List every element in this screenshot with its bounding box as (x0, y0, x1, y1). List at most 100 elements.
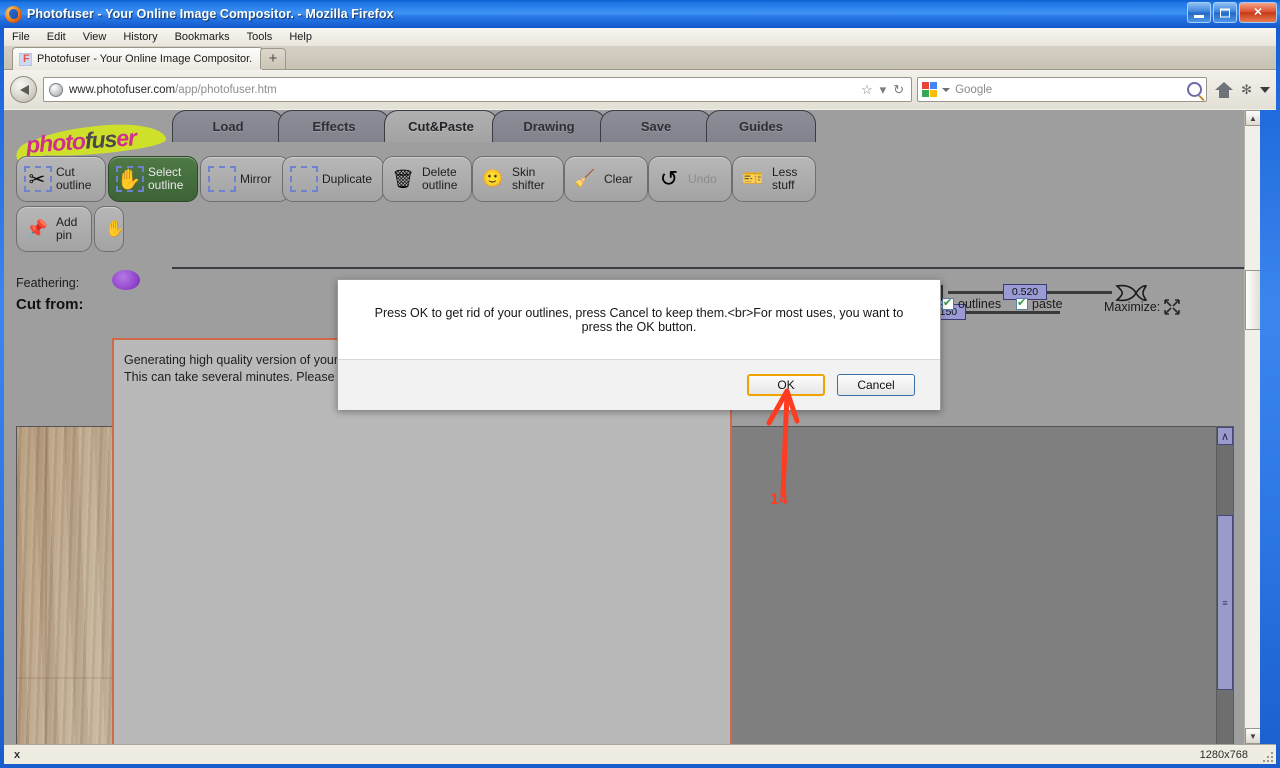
menu-file[interactable]: File (12, 31, 30, 43)
scissors-icon: ✂ (20, 162, 54, 196)
feathering-label: Feathering: (16, 276, 80, 290)
firefox-window: Photofuser - Your Online Image Composito… (0, 0, 1280, 768)
tab-guides[interactable]: Guides (706, 110, 816, 142)
checkbox-outlines[interactable]: outlines (942, 296, 1002, 311)
screen-root: Photofuser - Your Online Image Composito… (0, 0, 1280, 768)
tab-effects[interactable]: Effects (278, 110, 390, 142)
page-scroll-up-icon[interactable]: ▲ (1245, 110, 1260, 126)
reload-icon[interactable]: ↻ (893, 83, 904, 96)
tool-clear[interactable]: 🧹 Clear (564, 156, 648, 202)
expand-arrows-icon[interactable] (1164, 299, 1181, 315)
chevron-down-icon[interactable]: ▾ (880, 83, 887, 96)
status-close-icon[interactable]: x (14, 749, 20, 761)
menu-view[interactable]: View (83, 31, 107, 43)
status-bar: x 1280x768 (4, 744, 1276, 764)
tool-row2-extra[interactable]: ✋ (94, 206, 125, 252)
tool-select-outline[interactable]: ✋ Select outline (108, 156, 198, 202)
page-scroll-down-icon[interactable]: ▼ (1245, 728, 1260, 744)
browser-tab-photofuser[interactable]: Photofuser - Your Online Image Composito… (12, 47, 264, 70)
menu-tools[interactable]: Tools (247, 31, 273, 43)
confirm-dialog: Press OK to get rid of your outlines, pr… (337, 279, 941, 410)
browser-tab-label: Photofuser - Your Online Image Composito… (37, 53, 253, 65)
dialog-footer: OK Cancel (338, 359, 940, 410)
close-button[interactable]: ✕ (1239, 2, 1277, 23)
tool-delete-outline[interactable]: 🗑 Delete outline (382, 156, 472, 202)
dialog-message: Press OK to get rid of your outlines, pr… (374, 305, 904, 334)
tool-add-pin[interactable]: 📌 Add pin (16, 206, 92, 252)
home-icon[interactable] (1215, 81, 1234, 98)
scroll-up-arrow-icon[interactable]: ∧ (1217, 427, 1233, 445)
window-title: Photofuser - Your Online Image Composito… (27, 7, 394, 21)
dialog-ok-button[interactable]: OK (747, 374, 825, 396)
undo-arrow-icon: ↺ (659, 166, 679, 191)
tool-duplicate[interactable]: Duplicate (282, 156, 384, 202)
menu-bookmarks[interactable]: Bookmarks (175, 31, 230, 43)
feathering-swatch[interactable] (112, 270, 140, 290)
window-controls: ✕ (1187, 2, 1277, 23)
hand-select-icon: ✋ (112, 162, 146, 196)
dialog-body: Press OK to get rid of your outlines, pr… (338, 280, 940, 359)
search-engine-chevron-icon[interactable] (942, 87, 951, 92)
checkbox-paste[interactable]: paste (1016, 296, 1063, 311)
google-icon (922, 82, 938, 97)
menu-history[interactable]: History (123, 31, 157, 43)
hand-icon: ✋ (105, 221, 125, 238)
tab-drawing[interactable]: Drawing (492, 110, 606, 142)
address-bar[interactable]: www.photofuser.com/app/photofuser.htm ☆ … (43, 77, 913, 102)
resize-grip-icon[interactable] (1259, 748, 1273, 762)
search-icon[interactable] (1187, 82, 1203, 97)
tab-load[interactable]: Load (172, 110, 284, 142)
new-tab-button[interactable]: + (260, 48, 286, 69)
close-icon: ✕ (1253, 6, 1263, 18)
tool-less-stuff[interactable]: 🎫 Less stuff (732, 156, 816, 202)
url-text: www.photofuser.com/app/photofuser.htm (69, 83, 277, 96)
maximize-control[interactable]: Maximize: (1104, 299, 1181, 315)
tab-cut-and-paste[interactable]: Cut&Paste (384, 110, 498, 142)
mirror-icon (204, 162, 238, 196)
maximize-label: Maximize: (1104, 300, 1161, 314)
checkbox-paste-box[interactable] (1016, 296, 1028, 310)
tool-mirror[interactable]: Mirror (200, 156, 290, 202)
tab-strip: Photofuser - Your Online Image Composito… (4, 46, 1276, 70)
page-scrollbar[interactable]: ▲ ▼ (1244, 110, 1260, 744)
result-canvas-vscrollbar[interactable]: ∧ ≡ ∨ (1216, 426, 1234, 744)
menu-edit[interactable]: Edit (47, 31, 66, 43)
addon-bug-icon[interactable]: ✻ (1241, 82, 1252, 98)
menu-help[interactable]: Help (289, 31, 312, 43)
page-viewport: photofuser Load Effects Cut&Paste Drawin… (4, 110, 1260, 744)
duplicate-icon (286, 162, 320, 196)
checkbox-outlines-box[interactable] (942, 296, 954, 310)
pushpin-icon: 📌 (25, 218, 49, 239)
tool-cut-outline[interactable]: ✂ Cut outline (16, 156, 106, 202)
tool-undo[interactable]: ↺ Undo (648, 156, 732, 202)
checkbox-paste-label: paste (1032, 297, 1063, 311)
window-titlebar: Photofuser - Your Online Image Composito… (0, 0, 1280, 28)
paint-bucket-icon: 🧹 (574, 169, 596, 188)
tab-save[interactable]: Save (600, 110, 712, 142)
star-icon[interactable]: ☆ (861, 83, 873, 96)
dialog-cancel-button[interactable]: Cancel (837, 374, 915, 396)
cap-brush-icon: 🎫 (742, 169, 764, 188)
browser-chrome: File Edit View History Bookmarks Tools H… (4, 28, 1276, 110)
trash-icon: 🗑 (391, 168, 415, 189)
minimize-button[interactable] (1187, 2, 1211, 23)
search-placeholder: Google (955, 83, 993, 96)
tool-skin-shifter[interactable]: 🙂 Skin shifter (472, 156, 564, 202)
status-resolution: 1280x768 (1199, 748, 1248, 761)
logo-part1: photo (25, 127, 86, 158)
logo-part3: er (115, 124, 137, 152)
vscroll-thumb[interactable]: ≡ (1217, 515, 1233, 690)
smileys-icon: 🙂 (482, 169, 504, 188)
tabs-underline (172, 267, 1250, 269)
logo-part2: fus (83, 125, 118, 154)
site-identity-icon (49, 82, 63, 97)
navigation-toolbar: www.photofuser.com/app/photofuser.htm ☆ … (4, 70, 1276, 109)
checkbox-outlines-label: outlines (958, 297, 1002, 311)
menu-bar: File Edit View History Bookmarks Tools H… (4, 28, 1276, 46)
toolbar-overflow-chevron-icon[interactable] (1260, 86, 1270, 93)
back-button[interactable] (10, 76, 37, 103)
vscroll-trough[interactable]: ≡ (1217, 445, 1233, 744)
maximize-button[interactable] (1213, 2, 1237, 23)
search-bar[interactable]: Google (917, 77, 1208, 102)
page-scroll-thumb[interactable] (1245, 270, 1260, 330)
